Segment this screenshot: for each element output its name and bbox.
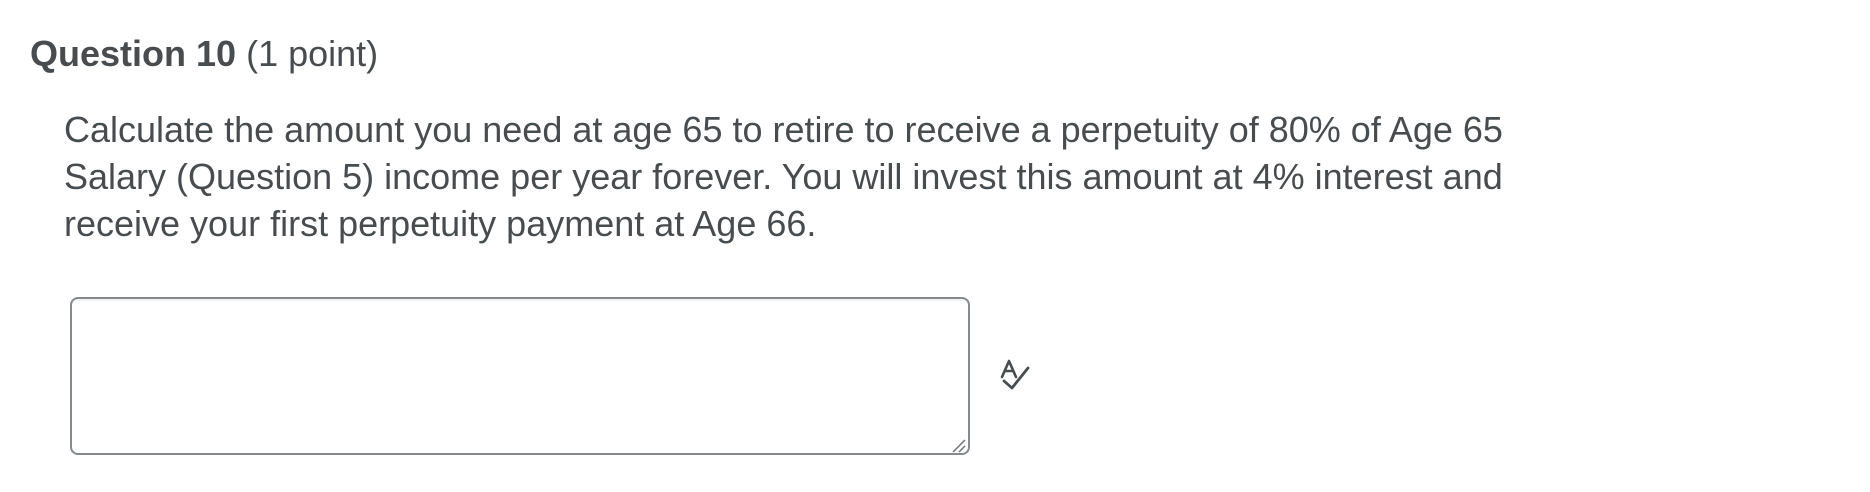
spellcheck-icon[interactable] (995, 355, 1035, 395)
question-container: Question 10 (1 point) Calculate the amou… (0, 0, 1870, 492)
resize-grip-icon[interactable] (950, 437, 966, 453)
question-points: (1 point) (246, 33, 379, 74)
question-number: Question 10 (30, 33, 237, 74)
question-header: Question 10 (1 point) (30, 28, 378, 80)
answer-textarea[interactable] (70, 297, 970, 455)
question-text: Calculate the amount you need at age 65 … (64, 109, 1503, 244)
